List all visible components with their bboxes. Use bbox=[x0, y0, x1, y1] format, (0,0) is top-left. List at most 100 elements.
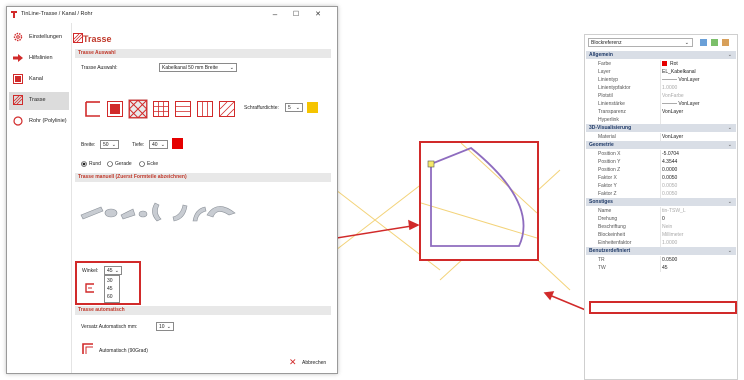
property-key: Einheitenfaktor bbox=[598, 240, 632, 246]
property-value: 0.0500 bbox=[662, 256, 677, 264]
property-row[interactable]: Layer EL_Kabelkanal bbox=[586, 68, 736, 76]
property-key: Faktor Z bbox=[598, 191, 617, 197]
property-toolbar-icons[interactable] bbox=[699, 38, 733, 47]
property-row[interactable]: Blockeinheit Millimeter bbox=[586, 231, 736, 239]
property-row[interactable]: Material VonLayer bbox=[586, 133, 736, 141]
window-title: TinLine-Trasse / Kanal / Rohr bbox=[21, 11, 93, 17]
sidebar-item-hilfslinien[interactable]: Hilfslinien bbox=[9, 50, 69, 68]
schraffurdichte-label: Schraffurdichte: bbox=[244, 105, 279, 111]
property-key: Name bbox=[598, 208, 612, 214]
property-row[interactable]: Name tin-TSW_L bbox=[586, 207, 736, 215]
pattern-solid-icon[interactable] bbox=[107, 101, 123, 117]
radio-rund[interactable] bbox=[81, 161, 87, 167]
title-bar[interactable]: TinLine-Trasse / Kanal / Rohr – ☐ ✕ bbox=[7, 7, 337, 23]
property-row[interactable]: Linientyp ——— VonLayer bbox=[586, 76, 736, 84]
property-value: EL_Kabelkanal bbox=[662, 68, 696, 76]
pattern-bracket-icon[interactable] bbox=[85, 101, 101, 117]
property-row[interactable]: Position Y 4.3544 bbox=[586, 158, 736, 166]
property-row[interactable]: Faktor Y 0.0050 bbox=[586, 182, 736, 190]
radio-rund-label: Rund bbox=[89, 161, 101, 167]
property-row[interactable]: Position Z 0.0000 bbox=[586, 166, 736, 174]
property-value: -5.0704 bbox=[662, 150, 679, 158]
property-category[interactable]: Sonstiges ⌄ bbox=[586, 198, 736, 206]
auswahl-select[interactable]: Kabelkanal 50 mm Breite ⌄ bbox=[159, 63, 237, 72]
maximize-button[interactable]: ☐ bbox=[288, 9, 304, 21]
cancel-button[interactable]: Abbrechen bbox=[302, 360, 326, 366]
minimize-button[interactable]: – bbox=[267, 9, 283, 21]
pattern-grid-icon[interactable] bbox=[153, 101, 169, 117]
radio-gerade-label: Gerade bbox=[115, 161, 132, 167]
red-color-swatch[interactable] bbox=[172, 138, 183, 149]
fitting-parts-icons[interactable] bbox=[77, 193, 237, 227]
close-icon[interactable]: ✕ bbox=[289, 357, 297, 368]
property-row[interactable]: Plotstil VonFarbe bbox=[586, 92, 736, 100]
property-value-text: 0.0050 bbox=[662, 175, 678, 181]
close-button[interactable]: ✕ bbox=[310, 9, 326, 21]
pattern-crosshatch-icon[interactable] bbox=[128, 99, 148, 119]
chevron-down-icon: ⌄ bbox=[727, 125, 732, 131]
property-value-text: 1.0000 bbox=[662, 85, 678, 91]
property-row[interactable]: Transparenz VonLayer bbox=[586, 108, 736, 116]
property-row[interactable]: Position X -5.0704 bbox=[586, 150, 736, 158]
property-row[interactable]: Linientypfaktor 1.0000 bbox=[586, 84, 736, 92]
versatz-label: Versatz Automatisch mm: bbox=[81, 324, 138, 330]
property-category[interactable]: Benutzerdefiniert ⌄ bbox=[586, 247, 736, 255]
property-value: 0.0050 bbox=[662, 174, 677, 182]
property-key: Position Y bbox=[598, 159, 621, 165]
property-value: VonLayer bbox=[662, 108, 683, 116]
property-category[interactable]: Allgemein ⌄ bbox=[586, 51, 736, 59]
property-category[interactable]: 3D-Visualisierung ⌄ bbox=[586, 124, 736, 132]
pattern-diagonal-icon[interactable] bbox=[219, 101, 235, 117]
property-row[interactable]: Linienstärke ——— VonLayer bbox=[586, 100, 736, 108]
sidebar-item-label: Einstellungen bbox=[29, 34, 63, 40]
radio-gerade[interactable] bbox=[107, 161, 113, 167]
property-row[interactable]: TW 45 bbox=[586, 264, 736, 272]
row-divider bbox=[660, 174, 661, 182]
property-value: 0.0050 bbox=[662, 182, 677, 190]
tw-highlight-box bbox=[589, 301, 737, 314]
tiefe-label: Tiefe: bbox=[132, 142, 145, 148]
schraffurdichte-select[interactable]: 5 ⌄ bbox=[285, 103, 303, 112]
row-divider bbox=[660, 215, 661, 223]
sidebar-item-trasse[interactable]: Trasse bbox=[9, 92, 69, 110]
property-value: ——— VonLayer bbox=[662, 76, 700, 84]
chevron-down-icon: ⌄ bbox=[295, 105, 300, 111]
property-key: Linientypfaktor bbox=[598, 85, 631, 91]
pattern-horizontal-icon[interactable] bbox=[175, 101, 191, 117]
property-row[interactable]: Faktor Z 0.0050 bbox=[586, 190, 736, 198]
versatz-select[interactable]: 10 ⌄ bbox=[156, 322, 174, 331]
property-row[interactable]: Drehung 0 bbox=[586, 215, 736, 223]
property-key: Linientyp bbox=[598, 77, 619, 83]
row-divider bbox=[660, 100, 661, 108]
chevron-down-icon: ⌄ bbox=[727, 199, 732, 205]
property-row[interactable]: Einheitenfaktor 1.0000 bbox=[586, 239, 736, 247]
breite-select[interactable]: 50 ⌄ bbox=[100, 140, 119, 149]
selection-dropdown[interactable]: Blockreferenz ⌄ bbox=[588, 38, 693, 47]
sidebar-item-label: Rohr (Polylinie) bbox=[29, 118, 67, 124]
property-row[interactable]: Faktor X 0.0050 bbox=[586, 174, 736, 182]
property-row[interactable]: TR 0.0500 bbox=[586, 256, 736, 264]
chevron-down-icon: ⌄ bbox=[229, 65, 234, 71]
sidebar-item-einstellungen[interactable]: Einstellungen bbox=[9, 29, 69, 47]
pattern-vertical-icon[interactable] bbox=[197, 101, 213, 117]
auto-90-icon[interactable] bbox=[82, 343, 94, 355]
corner-part-icon[interactable] bbox=[84, 283, 96, 293]
property-category[interactable]: Geometrie ⌄ bbox=[586, 141, 736, 149]
row-divider bbox=[660, 158, 661, 166]
category-label: Benutzerdefiniert bbox=[589, 248, 631, 254]
chevron-down-icon: ⌄ bbox=[684, 40, 689, 46]
row-divider bbox=[660, 133, 661, 141]
property-row[interactable]: Farbe Rot bbox=[586, 60, 736, 68]
radio-ecke[interactable] bbox=[139, 161, 145, 167]
property-row[interactable]: Hyperlink bbox=[586, 116, 736, 124]
yellow-color-swatch[interactable] bbox=[307, 102, 318, 113]
auto-90-button-label[interactable]: Automatisch (90Grad) bbox=[99, 348, 148, 354]
property-key: Plotstil bbox=[598, 93, 613, 99]
property-value: 0 bbox=[662, 215, 665, 223]
property-row[interactable]: Beschriftung Nein bbox=[586, 223, 736, 231]
sidebar-item-kanal[interactable]: Kanal bbox=[9, 71, 69, 89]
category-label: Allgemein bbox=[589, 52, 613, 58]
tiefe-select[interactable]: 40 ⌄ bbox=[149, 140, 168, 149]
property-value-text: 0.0000 bbox=[662, 167, 678, 173]
sidebar-item-rohr[interactable]: Rohr (Polylinie) bbox=[9, 113, 69, 131]
